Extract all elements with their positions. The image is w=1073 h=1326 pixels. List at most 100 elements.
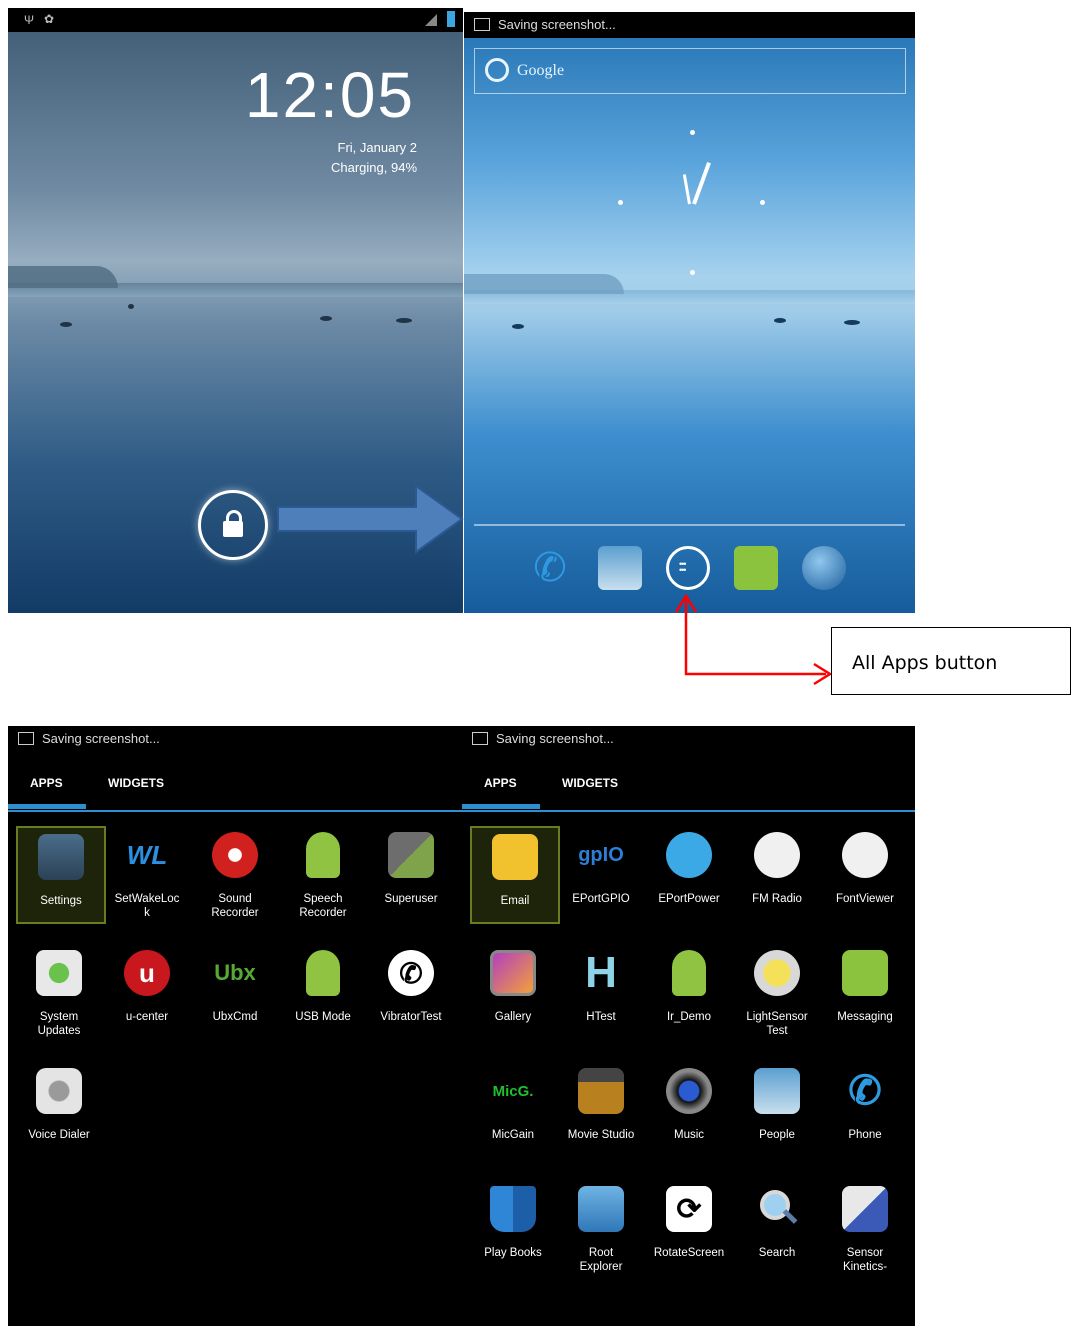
app-label: Gallery (494, 1011, 532, 1023)
drawer-tabs: APPS WIDGETS (462, 752, 915, 812)
app-superuser[interactable]: Superuser (368, 826, 454, 906)
sensor-kinetics-icon (842, 1186, 888, 1232)
drawer-status-bar: Saving screenshot... (8, 726, 462, 752)
app-label: USB Mode (295, 1011, 351, 1023)
app-root-explorer[interactable]: Root Explorer (558, 1180, 644, 1274)
app-drawer-right: Saving screenshot... APPS WIDGETS Email … (462, 726, 915, 1326)
all-apps-callout: All Apps button (831, 627, 1071, 695)
android-icon (306, 832, 340, 878)
app-drawer-left: Saving screenshot... APPS WIDGETS Settin… (8, 726, 462, 1326)
voice-dialer-icon (36, 1068, 82, 1114)
unlock-ring[interactable] (198, 490, 268, 560)
app-phone[interactable]: ✆ Phone (822, 1062, 908, 1142)
screenshot-icon (474, 18, 490, 31)
grid-icon: ••• ••• (679, 559, 686, 575)
app-label: Messaging (837, 1011, 893, 1023)
app-ir-demo[interactable]: Ir_Demo (646, 944, 732, 1024)
superuser-icon (388, 832, 434, 878)
app-eportpower[interactable]: EPortPower (646, 826, 732, 906)
tab-widgets[interactable]: WIDGETS (562, 776, 618, 790)
clock-dot (618, 200, 623, 205)
lock-charging-status: Charging, 94% (331, 160, 417, 175)
app-voice-dialer[interactable]: Voice Dialer (16, 1062, 102, 1142)
clock-dot (690, 270, 695, 275)
app-label: VibratorTest (380, 1011, 442, 1023)
app-messaging[interactable]: Messaging (822, 944, 908, 1024)
tab-apps[interactable]: APPS (30, 776, 63, 790)
phone-icon[interactable]: ✆ (528, 546, 572, 590)
browser-globe-icon[interactable] (802, 546, 846, 590)
app-lightsensor-test[interactable]: LightSensor Test (734, 944, 820, 1038)
mountain (464, 274, 624, 294)
htest-icon: H (585, 948, 617, 997)
app-music[interactable]: Music (646, 1062, 732, 1142)
rock (320, 316, 332, 321)
app-sound-recorder[interactable]: Sound Recorder (192, 826, 278, 920)
app-email[interactable]: Email (470, 826, 560, 924)
app-eportgpio[interactable]: gpIO EPortGPIO (558, 826, 644, 906)
app-label: FM Radio (752, 893, 802, 905)
rock (60, 322, 72, 327)
app-system-updates[interactable]: System Updates (16, 944, 102, 1038)
people-icon[interactable] (598, 546, 642, 590)
app-setwakelock[interactable]: WL SetWakeLoc k (104, 826, 190, 920)
tab-widgets[interactable]: WIDGETS (108, 776, 164, 790)
app-label: HTest (586, 1011, 616, 1023)
clock-hand (682, 174, 691, 205)
u-center-icon: u (124, 950, 170, 996)
messaging-icon (842, 950, 888, 996)
micgain-icon: MicG. (492, 1082, 534, 1100)
app-label: EPortGPIO (572, 893, 630, 905)
lightbulb-icon (754, 950, 800, 996)
google-search-bar[interactable]: Google (474, 48, 906, 94)
people-icon (754, 1068, 800, 1114)
rock (512, 324, 524, 329)
clock-dot (760, 200, 765, 205)
app-people[interactable]: People (734, 1062, 820, 1142)
app-gallery[interactable]: Gallery (470, 944, 556, 1024)
app-fm-radio[interactable]: FM Radio (734, 826, 820, 906)
app-vibratortest[interactable]: ✆ VibratorTest (368, 944, 454, 1024)
search-icon (485, 58, 509, 82)
app-usb-mode[interactable]: USB Mode (280, 944, 366, 1024)
app-search[interactable]: Search (734, 1180, 820, 1260)
app-htest[interactable]: H HTest (558, 944, 644, 1024)
drawer-status-text: Saving screenshot... (42, 731, 160, 746)
wl-icon: WL (126, 839, 168, 870)
tab-apps[interactable]: APPS (484, 776, 517, 790)
gallery-icon (490, 950, 536, 996)
app-label: EPortPower (658, 893, 720, 905)
app-fontviewer[interactable]: FontViewer (822, 826, 908, 906)
app-label: Movie Studio (567, 1129, 635, 1141)
rotate-icon: ⟳ (666, 1186, 712, 1232)
messaging-icon[interactable] (734, 546, 778, 590)
app-label: RotateScreen (653, 1247, 725, 1259)
lock-clock: 12:05 (244, 59, 415, 131)
all-apps-button[interactable]: ••• ••• (666, 546, 710, 590)
clock-dot (690, 130, 695, 135)
app-micgain[interactable]: MicG. MicGain (470, 1062, 556, 1142)
lock-date: Fri, January 2 (337, 140, 417, 155)
drawer-tabs: APPS WIDGETS (8, 752, 462, 812)
app-settings[interactable]: Settings (16, 826, 106, 924)
app-movie-studio[interactable]: Movie Studio (558, 1062, 644, 1142)
app-label: Music (673, 1129, 705, 1141)
app-label: UbxCmd (212, 1011, 258, 1023)
app-label: Play Books (484, 1247, 542, 1259)
app-rotatescreen[interactable]: ⟳ RotateScreen (646, 1180, 732, 1260)
app-ubxcmd[interactable]: Ubx UbxCmd (192, 944, 278, 1024)
rock (396, 318, 412, 323)
app-sensor-kinetics[interactable]: Sensor Kinetics- (822, 1180, 908, 1274)
radio-icon (754, 832, 800, 878)
app-play-books[interactable]: Play Books (470, 1180, 556, 1260)
analog-clock-widget (618, 130, 768, 280)
lock-status-bar: Ψ ✿ (8, 8, 463, 32)
microphone-icon (212, 832, 258, 878)
phone-icon: ✆ (388, 950, 434, 996)
app-speech-recorder[interactable]: Speech Recorder (280, 826, 366, 920)
screenshot-icon (472, 732, 488, 745)
app-u-center[interactable]: u u-center (104, 944, 190, 1024)
app-label: SetWakeLoc k (114, 893, 180, 919)
rock (844, 320, 860, 325)
app-label: LightSensor Test (746, 1011, 808, 1037)
